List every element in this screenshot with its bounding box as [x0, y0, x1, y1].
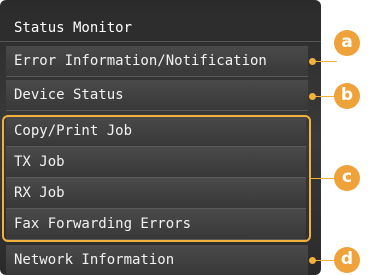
callout-badge-c: c [334, 165, 360, 191]
callout-badge-a: a [334, 30, 360, 56]
menu-item-label: Fax Forwarding Errors [14, 216, 192, 232]
menu-item-label: Network Information [14, 252, 175, 268]
menu-item-label: Error Information/Notification [14, 53, 267, 69]
menu-item-network-information[interactable]: Network Information [6, 245, 308, 275]
menu-item-rx-job[interactable]: RX Job [6, 178, 306, 209]
menu-item-fax-forwarding-errors[interactable]: Fax Forwarding Errors [6, 209, 306, 240]
screen-title: Status Monitor [0, 14, 321, 42]
status-monitor-screen: Status Monitor Error Information/Notific… [0, 0, 321, 275]
menu-item-label: RX Job [14, 185, 65, 201]
menu-item-copy-print-job[interactable]: Copy/Print Job [6, 116, 306, 147]
callout-badge-d: d [334, 247, 360, 273]
callout-line-a [313, 61, 337, 62]
menu-item-device-status[interactable]: Device Status [6, 80, 308, 111]
menu-item-error-information[interactable]: Error Information/Notification [6, 46, 308, 77]
callout-badge-b: b [334, 83, 360, 109]
menu-item-label: TX Job [14, 154, 65, 170]
callout-line-c [311, 178, 335, 179]
menu-item-label: Copy/Print Job [14, 123, 133, 139]
menu-item-label: Device Status [14, 87, 124, 103]
menu-item-tx-job[interactable]: TX Job [6, 147, 306, 178]
